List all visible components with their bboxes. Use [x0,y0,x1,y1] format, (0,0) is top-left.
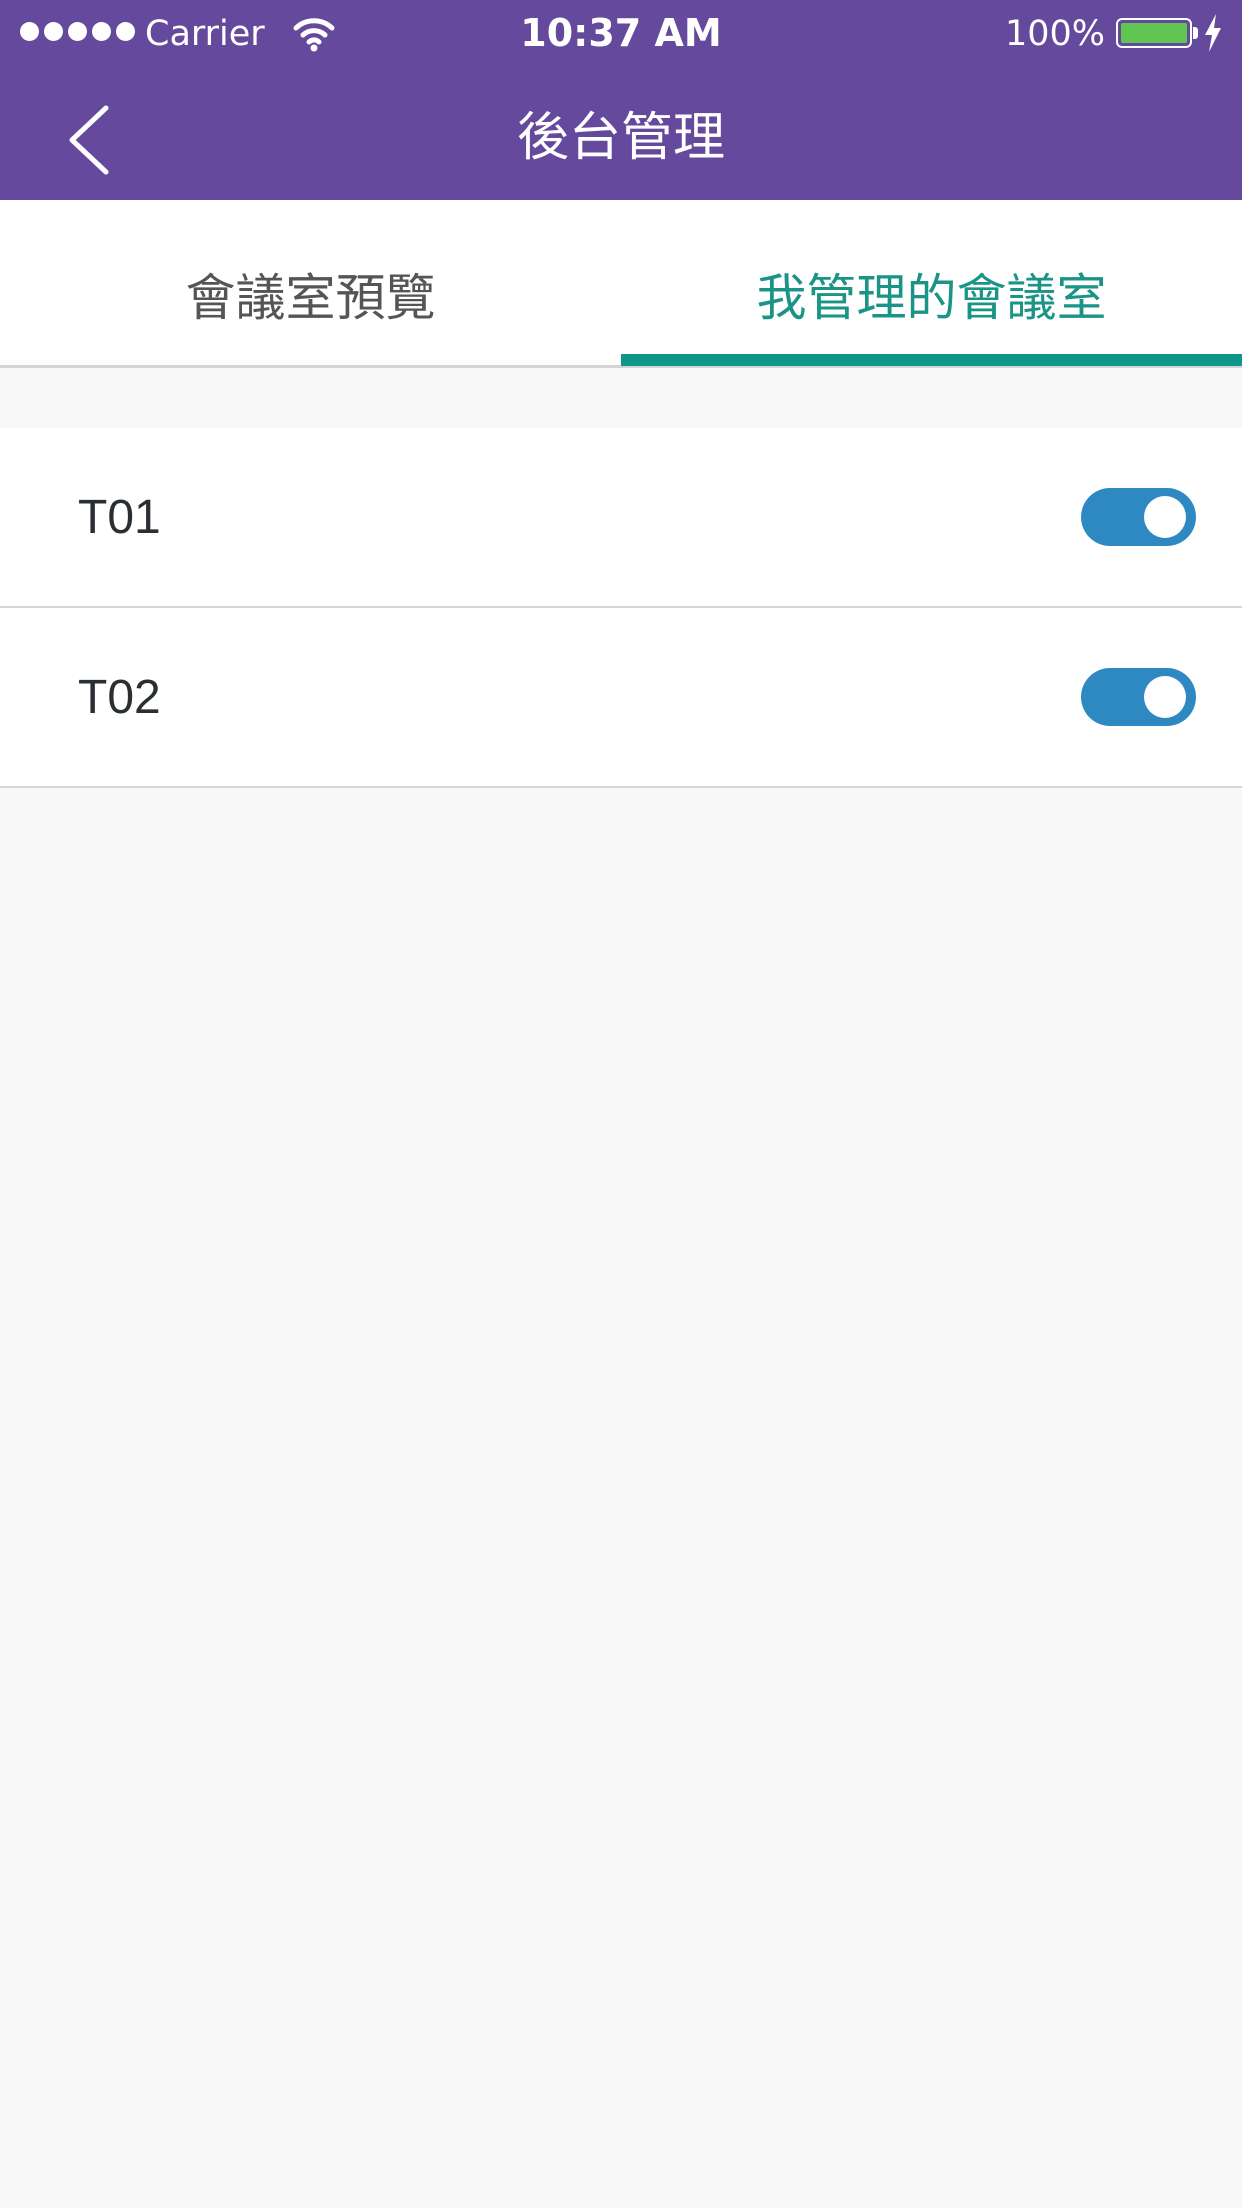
room-list: T01 T02 [0,428,1242,788]
toggle-knob [1144,676,1186,718]
battery-percent: 100% [1005,14,1106,54]
top-bar: Carrier 10:37 AM 100% 後台管理 [0,0,1242,200]
back-button[interactable] [50,100,130,180]
room-enable-toggle[interactable] [1081,488,1196,546]
app-screen: Carrier 10:37 AM 100% 後台管理 會議室預覽 我管理的會議室… [0,0,1242,2208]
room-name: T01 [78,491,161,544]
room-name: T02 [78,671,161,724]
status-bar: Carrier 10:37 AM 100% [0,0,1242,68]
navigation-bar: 後台管理 [0,68,1242,200]
toggle-knob [1144,496,1186,538]
battery-icon [1116,18,1192,48]
room-row-t02: T02 [0,608,1242,788]
battery-cap [1193,27,1198,39]
tab-my-managed-rooms[interactable]: 我管理的會議室 [621,200,1242,368]
tab-room-preview[interactable]: 會議室預覽 [0,200,621,368]
battery-fill [1121,23,1187,43]
room-enable-toggle[interactable] [1081,668,1196,726]
page-title: 後台管理 [516,108,725,168]
active-tab-indicator [621,354,1242,366]
charging-bolt-icon [1205,14,1221,52]
room-row-t01: T01 [0,428,1242,608]
tab-bar: 會議室預覽 我管理的會議室 [0,200,1242,368]
